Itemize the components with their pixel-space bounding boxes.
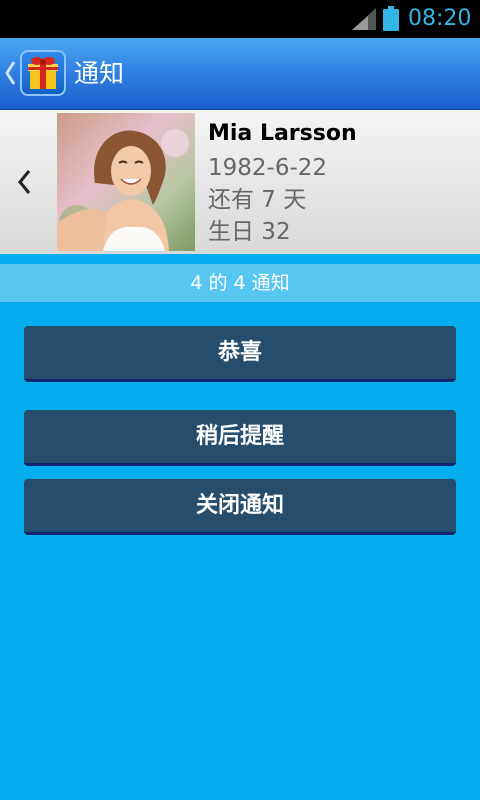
page-title: 通知 [74,59,125,88]
days-remaining: 还有 7 天 [208,187,307,213]
chevron-left-icon [18,170,31,194]
birthdate: 1982-6-22 [208,155,328,181]
congrats-button[interactable]: 恭喜 [24,326,456,382]
gift-app-icon[interactable] [20,50,66,96]
battery-icon [383,6,399,31]
previous-button[interactable] [0,110,50,254]
close-notification-button[interactable]: 关闭通知 [24,479,456,535]
status-bar: 08:20 [0,0,480,38]
action-bar: 通知 [0,38,480,110]
notification-counter: 4 的 4 通知 [0,264,480,302]
status-time: 08:20 [408,6,472,31]
contact-photo [57,113,195,251]
contact-card: Mia Larsson 1982-6-22 还有 7 天 生日 32 [0,110,480,254]
back-chevron-icon[interactable] [4,60,16,86]
remind-later-button[interactable]: 稍后提醒 [24,410,456,466]
birthday-age: 生日 32 [208,219,291,245]
gift-icon [28,57,58,89]
contact-name: Mia Larsson [208,121,357,146]
avatar [57,113,195,251]
signal-icon [352,8,376,30]
